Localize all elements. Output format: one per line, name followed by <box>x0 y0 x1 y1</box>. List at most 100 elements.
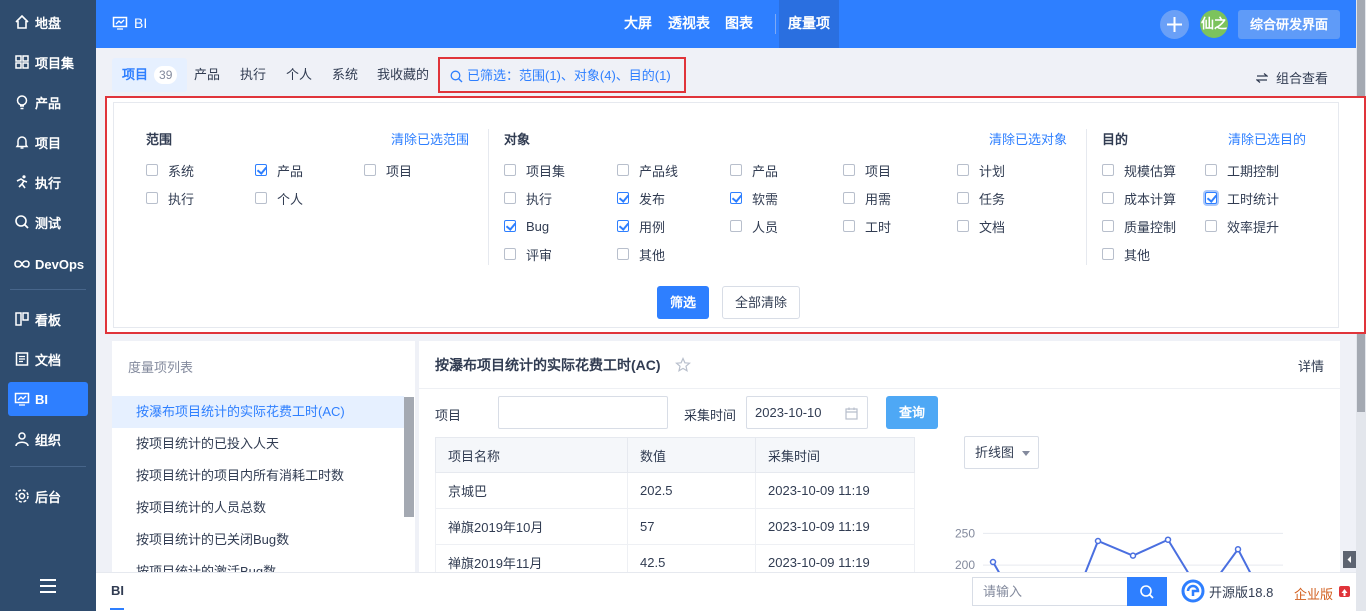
clear-all-button[interactable]: 全部清除 <box>722 286 800 319</box>
avatar[interactable]: 仙之 <box>1200 10 1228 38</box>
checkbox-object-execution[interactable]: 执行 <box>504 189 552 207</box>
chart-data-point[interactable] <box>989 558 997 566</box>
sidebar-item-doc[interactable]: 文档 <box>8 342 88 376</box>
collect-date-input[interactable]: 2023-10-10 <box>746 396 868 429</box>
sidebar-item-test[interactable]: 测试 <box>8 205 88 239</box>
sidebar-item-product[interactable]: 产品 <box>8 85 88 119</box>
checkbox-label: 规模估算 <box>1124 163 1177 179</box>
clear-scope-link[interactable]: 清除已选范围 <box>391 129 469 148</box>
filter-tab-project[interactable]: 项目 39 <box>112 58 188 92</box>
column-header[interactable]: 采集时间 <box>755 437 915 473</box>
add-button[interactable] <box>1160 10 1189 39</box>
checkbox-purpose-quality[interactable]: 质量控制 <box>1102 217 1176 235</box>
checkbox-object-program[interactable]: 项目集 <box>504 161 565 179</box>
checkbox-object-product[interactable]: 产品 <box>730 161 778 179</box>
clear-object-link[interactable]: 清除已选对象 <box>989 129 1067 148</box>
checkbox-object-task[interactable]: 任务 <box>957 189 1005 207</box>
filter-tab-personal[interactable]: 个人 <box>286 58 312 92</box>
checkbox-object-product-line[interactable]: 产品线 <box>617 161 678 179</box>
metric-list-item[interactable]: 按项目统计的人员总数 <box>112 492 404 524</box>
checkbox-purpose-size-estimation[interactable]: 规模估算 <box>1102 161 1176 179</box>
checkbox-label: 产品 <box>752 163 779 179</box>
checkbox-object-personnel[interactable]: 人员 <box>730 217 778 235</box>
tab-metric[interactable]: 度量项 <box>779 0 839 48</box>
tab-chart[interactable]: 图表 <box>725 0 753 48</box>
checkbox-scope-execution[interactable]: 执行 <box>146 189 194 207</box>
clear-purpose-link[interactable]: 清除已选目的 <box>1228 129 1306 148</box>
search-button[interactable] <box>1127 577 1167 606</box>
project-picker[interactable] <box>498 396 668 429</box>
chart-data-point[interactable] <box>1234 546 1242 553</box>
details-link[interactable]: 详情 <box>1298 356 1324 375</box>
metric-list-scrollbar[interactable] <box>404 397 414 517</box>
metric-list-item[interactable]: 按瀑布项目统计的实际花费工时(AC) <box>112 396 404 428</box>
sidebar-item-dashboard[interactable]: 地盘 <box>8 5 88 39</box>
tab-pivot-table[interactable]: 透视表 <box>668 0 710 48</box>
lightbulb-icon <box>16 95 28 110</box>
sidebar-item-kanban[interactable]: 看板 <box>8 302 88 336</box>
sidebar-item-project[interactable]: 项目 <box>8 125 88 159</box>
checkbox-object-effort[interactable]: 工时 <box>843 217 891 235</box>
combine-view-button[interactable]: 组合查看 <box>1255 68 1328 87</box>
checkbox-scope-product[interactable]: 产品 <box>255 161 303 179</box>
checkbox-box <box>730 192 742 204</box>
metric-list-item[interactable]: 按项目统计的激活Bug数 <box>112 556 404 572</box>
breadcrumb-underline <box>110 608 124 610</box>
filter-button[interactable]: 筛选 <box>657 286 709 319</box>
tab-big-screen[interactable]: 大屏 <box>624 0 652 48</box>
enterprise-link[interactable]: 企业版 <box>1294 584 1333 603</box>
filter-tab-favorites[interactable]: 我收藏的 <box>377 58 429 92</box>
chevron-left-icon <box>1347 556 1351 563</box>
star-icon[interactable] <box>674 357 691 373</box>
checkbox-object-release[interactable]: 发布 <box>617 189 665 207</box>
checkbox-purpose-effort-stats[interactable]: 工时统计 <box>1205 189 1279 207</box>
checkbox-label: 用例 <box>639 219 666 235</box>
sidebar-item-execution[interactable]: 执行 <box>8 165 88 199</box>
version-info[interactable]: 开源版18.8 <box>1181 579 1273 603</box>
panel-toggle-handle[interactable] <box>1343 551 1356 568</box>
sidebar-item-admin[interactable]: 后台 <box>8 479 88 513</box>
chart-data-point[interactable] <box>1164 536 1172 543</box>
checkbox-object-testcase[interactable]: 用例 <box>617 217 665 235</box>
filter-tab-execution[interactable]: 执行 <box>240 58 266 92</box>
checkbox-purpose-cost[interactable]: 成本计算 <box>1102 189 1176 207</box>
checkbox-purpose-efficiency[interactable]: 效率提升 <box>1205 217 1279 235</box>
integrated-dev-button[interactable]: 综合研发界面 <box>1238 10 1340 39</box>
metric-list-item[interactable]: 按项目统计的已关闭Bug数 <box>112 524 404 556</box>
filter-summary-toggle[interactable]: 已筛选：范围(1)、对象(4)、目的(1) <box>438 57 686 93</box>
checkbox-label: 项目 <box>386 163 413 179</box>
chart-type-select[interactable]: 折线图 <box>964 436 1039 469</box>
chart-data-point[interactable] <box>1094 537 1102 545</box>
checkbox-scope-project[interactable]: 项目 <box>364 161 412 179</box>
checkbox-scope-system[interactable]: 系统 <box>146 161 194 179</box>
sidebar-item-program[interactable]: 项目集 <box>8 45 88 79</box>
app-title[interactable]: BI <box>112 15 147 31</box>
checkbox-purpose-schedule-control[interactable]: 工期控制 <box>1205 161 1279 179</box>
sidebar-item-org[interactable]: 组织 <box>8 422 88 456</box>
filter-tab-product[interactable]: 产品 <box>194 58 220 92</box>
checkbox-object-software-requirement[interactable]: 软需 <box>730 189 778 207</box>
checkbox-object-plan[interactable]: 计划 <box>957 161 1005 179</box>
column-header[interactable]: 项目名称 <box>435 437 628 473</box>
bottom-bar: BI 开源版18.8 企业版 <box>96 572 1356 611</box>
search-input[interactable] <box>972 577 1127 606</box>
metric-list-item[interactable]: 按项目统计的项目内所有消耗工时数 <box>112 460 404 492</box>
breadcrumb[interactable]: BI <box>111 583 124 598</box>
query-button[interactable]: 查询 <box>886 396 938 429</box>
filter-tab-system[interactable]: 系统 <box>332 58 358 92</box>
sidebar-item-bi[interactable]: BI <box>8 382 88 416</box>
checkbox-object-project[interactable]: 项目 <box>843 161 891 179</box>
sidebar-item-devops[interactable]: DevOps <box>8 247 88 281</box>
checkbox-object-bug[interactable]: Bug <box>504 217 549 235</box>
checkbox-purpose-other[interactable]: 其他 <box>1102 245 1150 263</box>
metric-list-item[interactable]: 按项目统计的已投入人天 <box>112 428 404 460</box>
sidebar-item-label: 地盘 <box>35 15 62 31</box>
chart-data-point[interactable] <box>1129 552 1137 559</box>
checkbox-object-user-requirement[interactable]: 用需 <box>843 189 891 207</box>
column-header[interactable]: 数值 <box>627 437 756 473</box>
checkbox-object-review[interactable]: 评审 <box>504 245 552 263</box>
menu-toggle-icon[interactable] <box>38 578 58 594</box>
checkbox-scope-personal[interactable]: 个人 <box>255 189 303 207</box>
checkbox-object-document[interactable]: 文档 <box>957 217 1005 235</box>
checkbox-object-other[interactable]: 其他 <box>617 245 665 263</box>
